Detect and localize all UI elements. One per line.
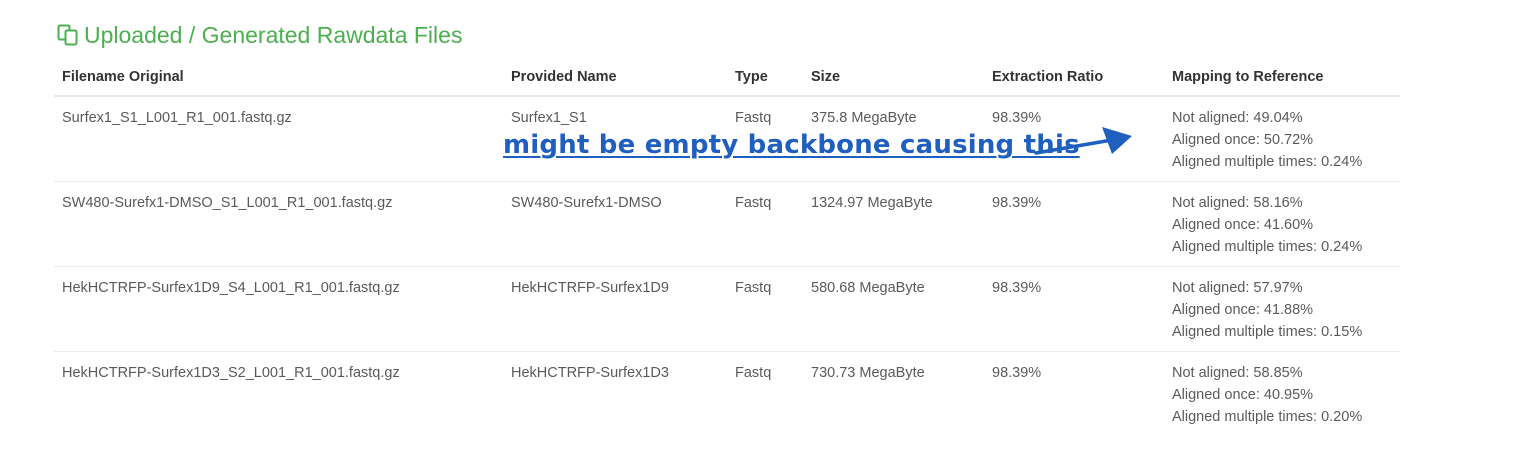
copy-files-icon — [56, 23, 80, 47]
cell-size: 730.73 MegaByte — [811, 365, 925, 381]
cell-provided-name: HekHCTRFP-Surfex1D9 — [503, 266, 727, 352]
mapping-aligned-multiple: Aligned multiple times: 0.20% — [1172, 409, 1363, 425]
mapping-aligned-once: Aligned once: 40.95% — [1172, 387, 1314, 403]
header-type: Type — [727, 58, 803, 97]
mapping-aligned-multiple: Aligned multiple times: 0.24% — [1172, 239, 1363, 255]
cell-filename: SW480-Surefx1-DMSO_S1_L001_R1_001.fastq.… — [54, 181, 503, 267]
cell-size: 580.68 MegaByte — [803, 266, 984, 352]
mapping-aligned-once: Aligned once: 41.60% — [1172, 217, 1314, 233]
table-header-row: Filename Original Provided Name Type Siz… — [54, 58, 1400, 97]
mapping-aligned-once: Aligned once: 50.72% — [1172, 132, 1314, 148]
mapping-aligned-multiple: Aligned multiple times: 0.15% — [1172, 324, 1363, 340]
cell-filename: HekHCTRFP-Surfex1D9_S4_L001_R1_001.fastq… — [54, 266, 503, 352]
arrow-right-icon — [1034, 127, 1132, 155]
cell-extraction-ratio: 98.39% — [984, 181, 1164, 267]
cell-provided-name: HekHCTRFP-Surfex1D3 — [511, 365, 669, 381]
cell-filename: Surfex1_S1_L001_R1_001.fastq.gz — [54, 96, 503, 182]
cell-provided-name: SW480-Surefx1-DMSO — [503, 181, 727, 267]
cell-extraction-ratio: 98.39% — [984, 266, 1164, 352]
section-title: Uploaded / Generated Rawdata Files — [84, 21, 463, 48]
cell-mapping: Not aligned: 58.85% Aligned once: 40.95%… — [1164, 352, 1400, 437]
cell-type: Fastq — [727, 266, 803, 352]
cell-type: Fastq — [727, 181, 803, 267]
cell-mapping: Not aligned: 57.97% Aligned once: 41.88%… — [1164, 266, 1400, 352]
header-extraction-ratio: Extraction Ratio — [984, 58, 1164, 97]
mapping-not-aligned: Not aligned: 57.97% — [1172, 280, 1303, 296]
table-row: SW480-Surefx1-DMSO_S1_L001_R1_001.fastq.… — [54, 181, 1400, 267]
rawdata-files-page: Uploaded / Generated Rawdata Files Filen… — [0, 0, 1540, 463]
header-provided-name: Provided Name — [503, 58, 727, 97]
cell-filename: HekHCTRFP-Surfex1D3_S2_L001_R1_001.fastq… — [62, 365, 400, 381]
header-size: Size — [803, 58, 984, 97]
mapping-aligned-once: Aligned once: 41.88% — [1172, 302, 1314, 318]
annotation-text: might be empty backbone causing this — [503, 130, 1080, 160]
header-filename-original: Filename Original — [54, 58, 503, 97]
cell-mapping: Not aligned: 58.16% Aligned once: 41.60%… — [1164, 181, 1400, 267]
cell-mapping: Not aligned: 49.04% Aligned once: 50.72%… — [1164, 96, 1400, 182]
header-mapping-to-reference: Mapping to Reference — [1164, 58, 1400, 97]
cell-type: Fastq — [735, 365, 772, 381]
mapping-not-aligned: Not aligned: 58.85% — [1172, 365, 1303, 381]
mapping-aligned-multiple: Aligned multiple times: 0.24% — [1172, 154, 1363, 170]
rawdata-files-table: Filename Original Provided Name Type Siz… — [54, 58, 1400, 436]
cell-size: 1324.97 MegaByte — [803, 181, 984, 267]
cell-extraction-ratio: 98.39% — [992, 365, 1042, 381]
mapping-not-aligned: Not aligned: 49.04% — [1172, 110, 1303, 126]
table-row: HekHCTRFP-Surfex1D3_S2_L001_R1_001.fastq… — [54, 352, 1400, 437]
section-heading: Uploaded / Generated Rawdata Files — [56, 18, 462, 52]
mapping-not-aligned: Not aligned: 58.16% — [1172, 195, 1303, 211]
table-row: HekHCTRFP-Surfex1D9_S4_L001_R1_001.fastq… — [54, 266, 1400, 352]
